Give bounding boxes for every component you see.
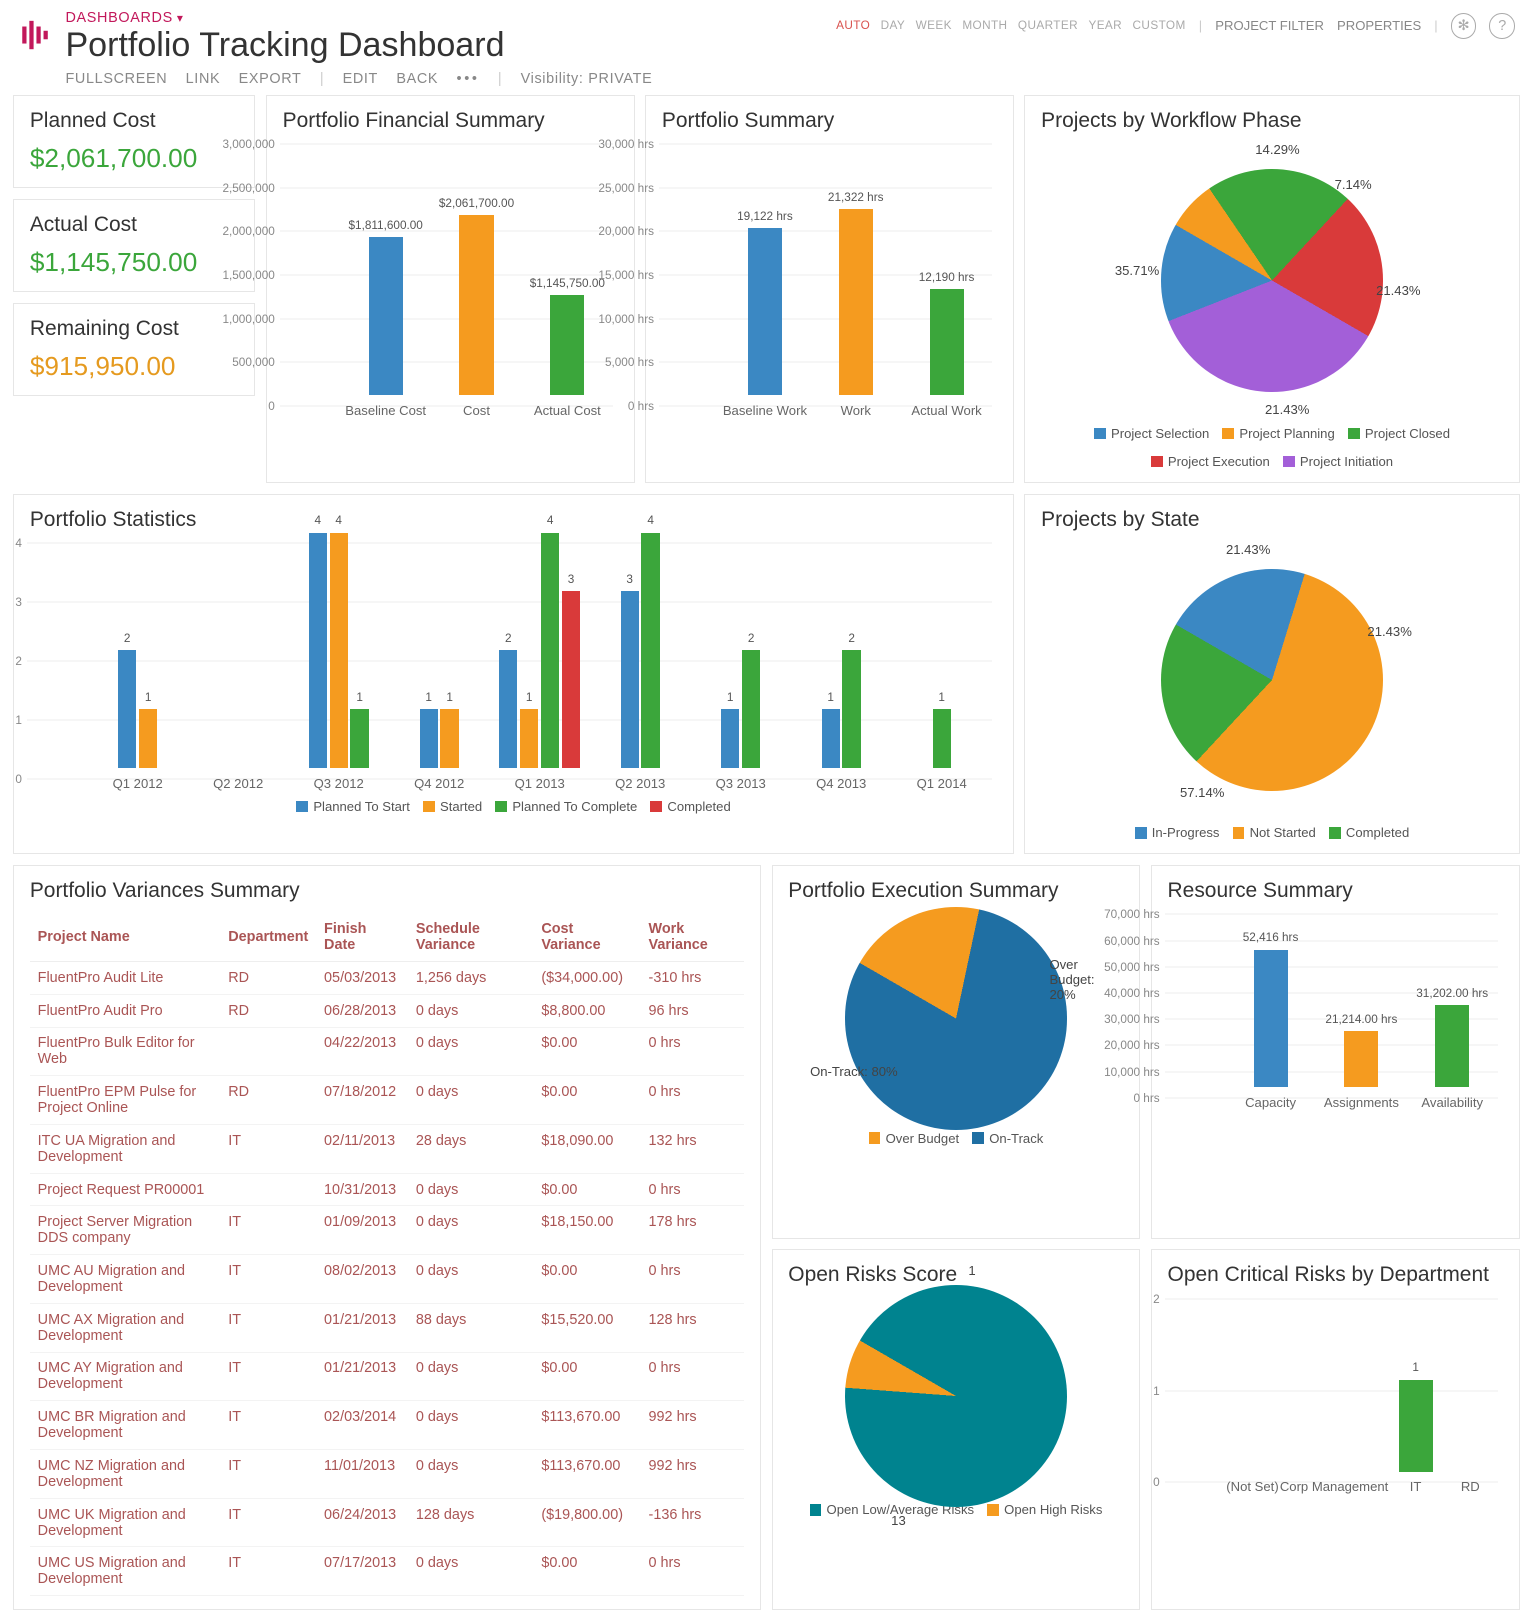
kpi-actual-cost: Actual Cost$1,145,750.00 — [13, 199, 255, 293]
kpi-planned-cost: Planned Cost$2,061,700.00 — [13, 95, 255, 189]
scope-auto[interactable]: AUTO — [836, 19, 870, 32]
table-row[interactable]: UMC AX Migration and DevelopmentIT01/21/… — [30, 1303, 745, 1352]
settings-icon[interactable]: ✻ — [1451, 13, 1477, 39]
back-button[interactable]: BACK — [396, 71, 438, 87]
chart-execution-summary: Portfolio Execution Summary Over Budget:… — [772, 865, 1141, 1239]
table-row[interactable]: FluentPro Bulk Editor for Web04/22/20130… — [30, 1027, 745, 1076]
table-row[interactable]: UMC BR Migration and DevelopmentIT02/03/… — [30, 1401, 745, 1450]
variances-table[interactable]: Project NameDepartmentFinish DateSchedul… — [30, 913, 745, 1596]
table-row[interactable]: UMC US Migration and DevelopmentIT07/17/… — [30, 1547, 745, 1596]
table-row[interactable]: Project Request PR0000110/31/20130 days$… — [30, 1173, 745, 1206]
page-toolbar: FULLSCREEN LINK EXPORT | EDIT BACK ••• |… — [65, 71, 652, 87]
chart-portfolio-statistics: Portfolio Statistics 0123421Q1 2012Q2 20… — [13, 494, 1014, 855]
time-scope[interactable]: AUTO DAY WEEK MONTH QUARTER YEAR CUSTOM — [836, 19, 1186, 32]
chart-workflow-phase: Projects by Workflow Phase 7.14%21.43%21… — [1024, 95, 1519, 484]
scope-week[interactable]: WEEK — [916, 19, 952, 32]
chart-projects-by-state: Projects by State 21.43%57.14%21.43% In-… — [1024, 494, 1519, 855]
project-filter-link[interactable]: PROJECT FILTER — [1215, 18, 1324, 33]
edit-button[interactable]: EDIT — [343, 71, 378, 87]
scope-year[interactable]: YEAR — [1088, 19, 1122, 32]
table-row[interactable]: FluentPro Audit LiteRD05/03/20131,256 da… — [30, 962, 745, 995]
scope-custom[interactable]: CUSTOM — [1133, 19, 1186, 32]
table-row[interactable]: FluentPro Audit ProRD06/28/20130 days$8,… — [30, 994, 745, 1027]
table-row[interactable]: UMC AU Migration and DevelopmentIT08/02/… — [30, 1255, 745, 1304]
chart-financial-summary: Portfolio Financial Summary 0500,0001,00… — [266, 95, 635, 484]
breadcrumb[interactable]: DASHBOARDS▾ — [65, 10, 652, 26]
export-button[interactable]: EXPORT — [239, 71, 302, 87]
scope-quarter[interactable]: QUARTER — [1018, 19, 1078, 32]
visibility-label: Visibility: PRIVATE — [521, 71, 653, 87]
scope-month[interactable]: MONTH — [962, 19, 1007, 32]
chart-portfolio-summary: Portfolio Summary 0 hrs5,000 hrs10,000 h… — [645, 95, 1014, 484]
scope-day[interactable]: DAY — [881, 19, 906, 32]
chart-open-risks: Open Risks Score 131 Open Low/Average Ri… — [772, 1249, 1141, 1610]
table-variances: Portfolio Variances Summary Project Name… — [13, 865, 761, 1610]
help-icon[interactable]: ? — [1489, 13, 1515, 39]
chart-critical-risks: Open Critical Risks by Department 012(No… — [1151, 1249, 1520, 1610]
app-logo-icon — [18, 18, 52, 52]
link-button[interactable]: LINK — [186, 71, 221, 87]
chart-resource-summary: Resource Summary 0 hrs10,000 hrs20,000 h… — [1151, 865, 1520, 1239]
kpi-remaining-cost: Remaining Cost$915,950.00 — [13, 303, 255, 397]
table-row[interactable]: UMC UK Migration and DevelopmentIT06/24/… — [30, 1498, 745, 1547]
more-icon[interactable]: ••• — [457, 71, 480, 87]
page-title: Portfolio Tracking Dashboard — [65, 26, 652, 65]
table-row[interactable]: UMC AY Migration and DevelopmentIT01/21/… — [30, 1352, 745, 1401]
fullscreen-button[interactable]: FULLSCREEN — [65, 71, 167, 87]
table-row[interactable]: FluentPro EPM Pulse for Project OnlineRD… — [30, 1076, 745, 1125]
table-row[interactable]: UMC NZ Migration and DevelopmentIT11/01/… — [30, 1450, 745, 1499]
table-row[interactable]: Project Server Migration DDS companyIT01… — [30, 1206, 745, 1255]
table-row[interactable]: ITC UA Migration and DevelopmentIT02/11/… — [30, 1124, 745, 1173]
properties-link[interactable]: PROPERTIES — [1337, 18, 1421, 33]
